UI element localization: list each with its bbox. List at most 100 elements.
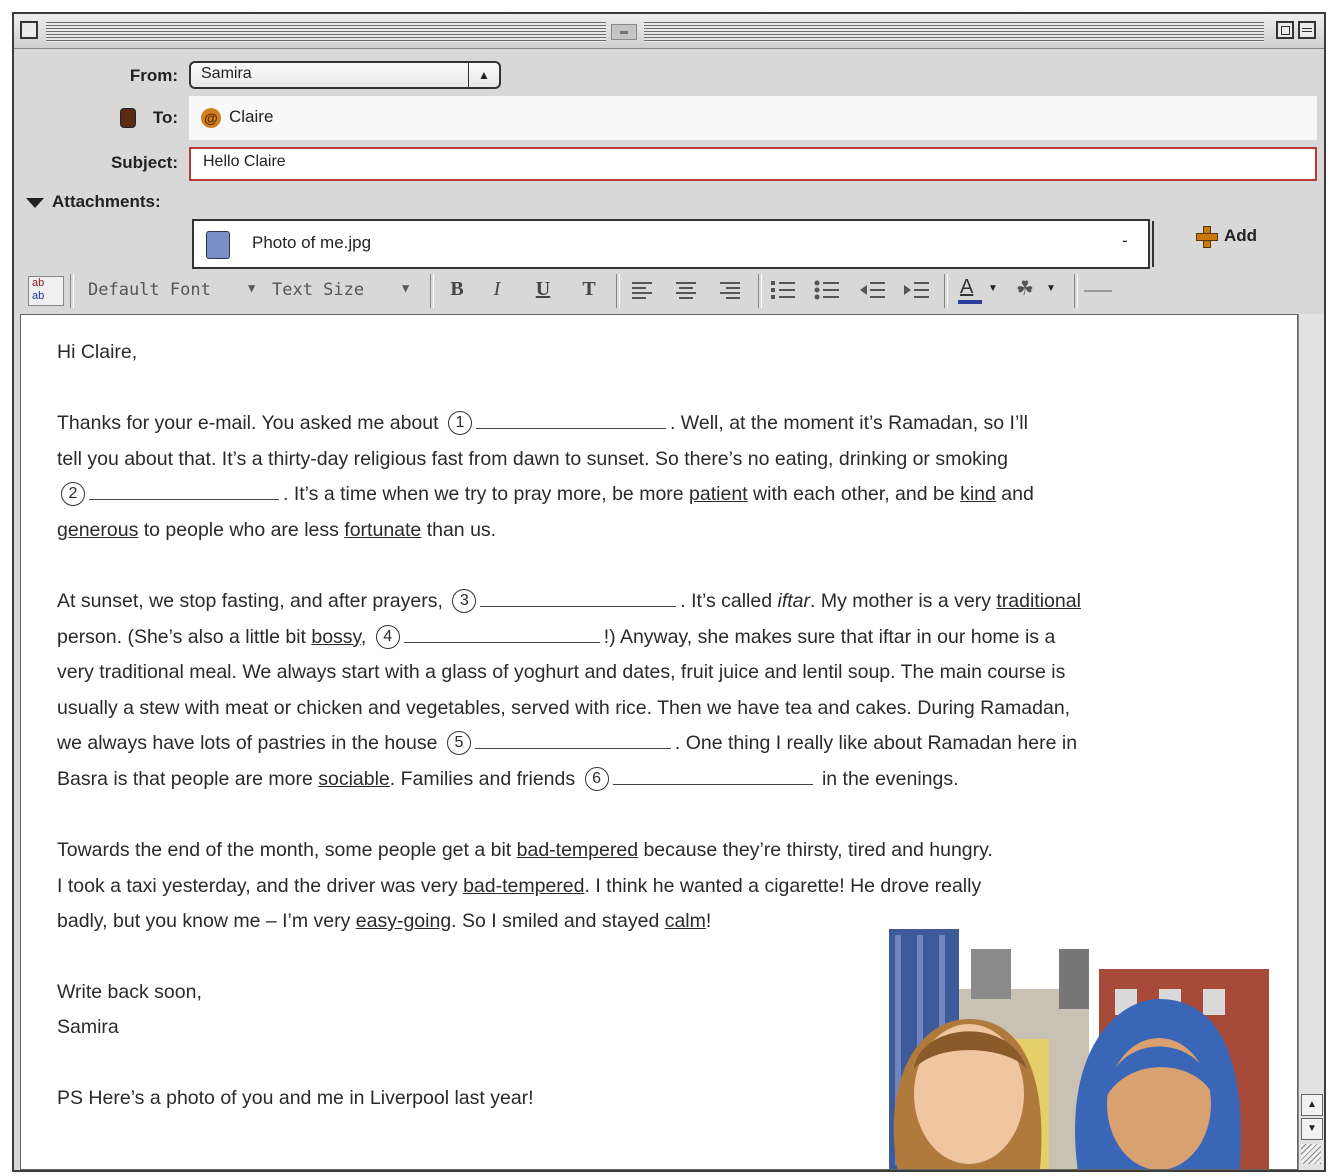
text-run: . Families and friends — [389, 767, 581, 790]
vertical-scrollbar[interactable]: ▲ ▼ — [1298, 314, 1324, 1170]
gap-blank-line — [474, 728, 671, 749]
text-run: badly, but you know me – I’m very — [57, 910, 356, 932]
subject-value: Hello Claire — [203, 153, 286, 170]
text-run: because they’re thirsty, tired and hungr… — [638, 839, 993, 861]
paragraph-1: Thanks for your e-mail. You asked me abo… — [57, 406, 1034, 548]
background-color-button[interactable]: ☘ ▼ — [1012, 276, 1064, 306]
email-window: From: Samira ▲ To: @ Claire Subject: Hel… — [12, 12, 1326, 1172]
size-menu-arrow-icon: ▼ — [402, 281, 410, 295]
disclosure-triangle-icon[interactable] — [26, 198, 44, 208]
gap-number: 5 — [446, 731, 471, 755]
text-run: usually a stew with meat or chicken and … — [57, 696, 1071, 719]
text-run: . One thing I really like about Ramadan … — [674, 732, 1078, 754]
toolbar-separator — [1074, 274, 1078, 308]
underlined-word: traditional — [996, 590, 1081, 612]
spelling-swap-icon[interactable]: ab ab — [28, 276, 64, 306]
toolbar-separator — [944, 274, 948, 308]
toolbar-separator — [70, 274, 74, 308]
text-run: . I think he wanted a cigarette! He drov… — [584, 874, 982, 897]
title-bar-stripes — [46, 22, 606, 42]
text-run: . My mother is a very — [810, 590, 997, 612]
underlined-word: bad-tempered — [516, 839, 639, 861]
text-color-button[interactable]: A ▼ — [956, 276, 1008, 306]
address-book-icon[interactable] — [120, 108, 136, 128]
text-run: than us. — [421, 518, 497, 541]
gap-3: 3 — [448, 589, 680, 613]
add-attachment-button[interactable]: Add — [1194, 222, 1274, 252]
italic-button[interactable]: I — [482, 278, 512, 306]
scroll-down-arrow-icon[interactable]: ▼ — [1301, 1118, 1323, 1140]
attachments-label: Attachments: — [52, 192, 161, 211]
gap-blank-line — [475, 408, 666, 429]
align-left-icon[interactable] — [630, 280, 654, 302]
numbered-list-icon[interactable] — [770, 280, 796, 304]
text-run: I took a taxi yesterday, and the driver … — [57, 874, 464, 897]
paragraph-2: At sunset, we stop fasting, and after pr… — [57, 584, 1081, 797]
text-color-arrow-icon: ▼ — [988, 283, 998, 294]
gap-blank-line — [403, 622, 600, 643]
text-run: ! — [705, 910, 712, 932]
subject-field[interactable]: Hello Claire — [189, 147, 1317, 181]
gap-number: 6 — [584, 766, 609, 791]
underlined-word: kind — [960, 483, 996, 505]
toolbar-separator — [616, 274, 620, 308]
underline-button[interactable]: U — [528, 278, 558, 306]
underlined-word: sociable — [318, 767, 390, 790]
text-run: we always have lots of pastries in the h… — [57, 732, 443, 754]
underlined-word: bossy — [311, 625, 361, 648]
resize-grip-icon[interactable] — [1301, 1144, 1321, 1164]
size-menu[interactable]: Text Size ▼ — [272, 280, 422, 304]
add-label: Add — [1224, 226, 1258, 245]
postscript: PS Here’s a photo of you and me in Liver… — [57, 1087, 534, 1109]
recipient-at-icon: @ — [201, 108, 221, 128]
attachments-divider — [1152, 221, 1154, 267]
size-menu-label: Text Size — [272, 280, 365, 300]
font-menu[interactable]: Default Font ▼ — [88, 280, 266, 304]
decrease-indent-icon[interactable] — [858, 280, 886, 304]
text-run: in the evenings. — [816, 767, 959, 790]
window-proxy-icon[interactable] — [611, 24, 637, 40]
text-color-icon: A — [960, 276, 974, 298]
text-run: , — [360, 625, 372, 648]
message-body[interactable]: Hi Claire, Thanks for your e-mail. You a… — [20, 314, 1298, 1170]
horizontal-rule-button[interactable] — [1084, 290, 1112, 292]
plain-text-button[interactable]: T — [574, 278, 604, 306]
bullet-list-icon[interactable] — [814, 280, 840, 304]
zoom-box-icon[interactable] — [1276, 21, 1294, 39]
text-run: Basra is that people are more — [57, 767, 319, 790]
title-bar[interactable] — [14, 14, 1324, 49]
font-menu-label: Default Font — [88, 280, 211, 300]
photo-illustration — [859, 929, 1279, 1169]
from-value: Samira — [201, 65, 252, 82]
text-run: very traditional meal. We always start w… — [57, 661, 1066, 683]
font-menu-arrow-icon: ▼ — [248, 281, 256, 295]
from-select[interactable]: Samira ▲ — [189, 61, 501, 89]
gap-number: 4 — [375, 624, 400, 649]
attachments-list[interactable]: Photo of me.jpg - — [192, 219, 1154, 269]
gap-number: 2 — [61, 482, 85, 506]
bold-button[interactable]: B — [442, 278, 472, 306]
text-run: and — [995, 483, 1034, 505]
attachment-name[interactable]: Photo of me.jpg — [252, 233, 371, 253]
to-value: Claire — [229, 107, 274, 126]
to-field[interactable]: @ Claire — [189, 96, 1317, 140]
toolbar-separator — [430, 274, 434, 308]
gap-6: 6 — [581, 766, 817, 791]
collapse-box-icon[interactable] — [1298, 21, 1316, 39]
add-icon — [1196, 226, 1218, 248]
text-run: !) Anyway, she makes sure that iftar in … — [603, 625, 1056, 648]
close-box-icon[interactable] — [20, 21, 38, 39]
text-run: Towards the end of the month, some peopl… — [57, 839, 517, 861]
text-run: . It’s a time when we try to pray more, … — [283, 483, 690, 505]
gap-blank-line — [612, 764, 813, 785]
paragraph-3: Towards the end of the month, some peopl… — [57, 833, 993, 940]
increase-indent-icon[interactable] — [902, 280, 930, 304]
align-center-icon[interactable] — [674, 280, 698, 302]
underlined-word: fortunate — [344, 518, 422, 541]
scroll-up-arrow-icon[interactable]: ▲ — [1301, 1094, 1323, 1116]
gap-blank-line — [480, 586, 677, 607]
text-run: . Well, at the moment it’s Ramadan, so I… — [669, 412, 1028, 434]
align-right-icon[interactable] — [718, 280, 742, 302]
text-run: At sunset, we stop fasting, and after pr… — [57, 590, 449, 612]
text-run: tell you about that. It’s a thirty-day r… — [57, 447, 1008, 470]
